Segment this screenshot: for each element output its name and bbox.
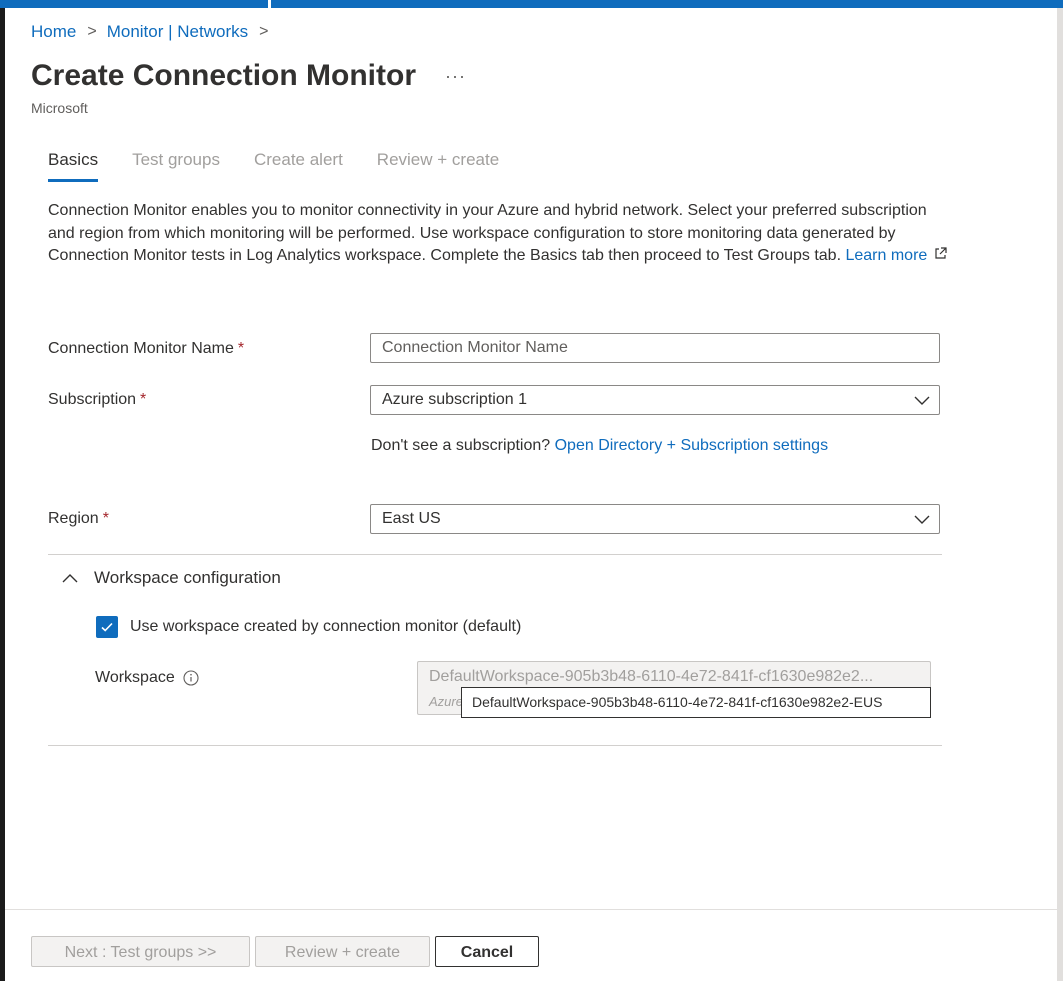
info-icon[interactable] bbox=[183, 670, 199, 686]
tab-test-groups[interactable]: Test groups bbox=[132, 150, 220, 182]
use-default-workspace-checkbox-row[interactable]: Use workspace created by connection moni… bbox=[96, 616, 521, 638]
subscription-help: Don't see a subscription? Open Directory… bbox=[371, 437, 828, 455]
external-link-icon bbox=[935, 247, 947, 259]
subscription-label-text: Subscription bbox=[48, 391, 137, 408]
learn-more-label: Learn more bbox=[845, 247, 928, 264]
breadcrumb-home[interactable]: Home bbox=[31, 22, 76, 42]
workspace-label-text: Workspace bbox=[95, 669, 175, 686]
region-label: Region * bbox=[48, 510, 109, 528]
directory-subscription-settings-link[interactable]: Open Directory + Subscription settings bbox=[555, 437, 828, 454]
workspace-value: DefaultWorkspace-905b3b48-6110-4e72-841f… bbox=[429, 668, 874, 685]
breadcrumb-monitor-networks[interactable]: Monitor | Networks bbox=[107, 22, 248, 42]
intro-description: Connection Monitor enables you to monito… bbox=[48, 200, 948, 268]
top-bar-notch bbox=[268, 0, 271, 8]
page-publisher: Microsoft bbox=[31, 100, 88, 116]
workspace-config-toggle[interactable]: Workspace configuration bbox=[61, 568, 281, 588]
region-label-text: Region bbox=[48, 510, 99, 527]
section-divider-bottom bbox=[48, 745, 942, 746]
name-label: Connection Monitor Name * bbox=[48, 340, 244, 358]
connection-monitor-name-input[interactable] bbox=[370, 333, 940, 363]
intro-text: Connection Monitor enables you to monito… bbox=[48, 202, 927, 264]
review-create-button[interactable]: Review + create bbox=[255, 936, 430, 967]
top-accent-bar bbox=[0, 0, 1063, 8]
next-test-groups-button[interactable]: Next : Test groups >> bbox=[31, 936, 250, 967]
cancel-button[interactable]: Cancel bbox=[435, 936, 539, 967]
chevron-down-icon bbox=[914, 396, 930, 405]
learn-more-link[interactable]: Learn more bbox=[845, 247, 947, 264]
subscription-label: Subscription * bbox=[48, 391, 146, 409]
name-label-text: Connection Monitor Name bbox=[48, 340, 234, 357]
subscription-help-text: Don't see a subscription? bbox=[371, 437, 551, 454]
section-divider-top bbox=[48, 554, 942, 555]
chevron-up-icon bbox=[62, 574, 78, 583]
tab-basics[interactable]: Basics bbox=[48, 150, 99, 182]
subscription-dropdown[interactable]: Azure subscription 1 bbox=[370, 385, 940, 415]
tab-review-create[interactable]: Review + create bbox=[377, 150, 499, 182]
use-default-workspace-checkbox[interactable] bbox=[96, 616, 118, 638]
checkmark-icon bbox=[101, 622, 113, 632]
required-marker: * bbox=[102, 510, 109, 527]
workspace-tooltip: DefaultWorkspace-905b3b48-6110-4e72-841f… bbox=[461, 687, 931, 718]
page-title: Create Connection Monitor bbox=[31, 59, 417, 92]
more-options-button[interactable]: ··· bbox=[445, 66, 466, 87]
subscription-selected-value: Azure subscription 1 bbox=[382, 391, 527, 408]
window-left-edge bbox=[0, 0, 5, 981]
workspace-config-title: Workspace configuration bbox=[94, 568, 281, 587]
region-selected-value: East US bbox=[382, 510, 441, 527]
breadcrumb: Home > Monitor | Networks > bbox=[31, 22, 278, 42]
tab-create-alert[interactable]: Create alert bbox=[254, 150, 343, 182]
window-scrollbar-track[interactable] bbox=[1057, 0, 1063, 981]
use-default-workspace-label: Use workspace created by connection moni… bbox=[130, 618, 522, 635]
required-marker: * bbox=[140, 391, 147, 408]
breadcrumb-separator: > bbox=[87, 23, 97, 40]
footer-divider bbox=[5, 909, 1057, 910]
required-marker: * bbox=[237, 340, 245, 357]
workspace-label: Workspace bbox=[95, 669, 199, 687]
region-dropdown[interactable]: East US bbox=[370, 504, 940, 534]
breadcrumb-separator: > bbox=[259, 23, 269, 40]
workspace-resource-group: Azure bbox=[429, 694, 463, 709]
chevron-down-icon bbox=[914, 515, 930, 524]
wizard-tabs: Basics Test groups Create alert Review +… bbox=[48, 150, 533, 182]
